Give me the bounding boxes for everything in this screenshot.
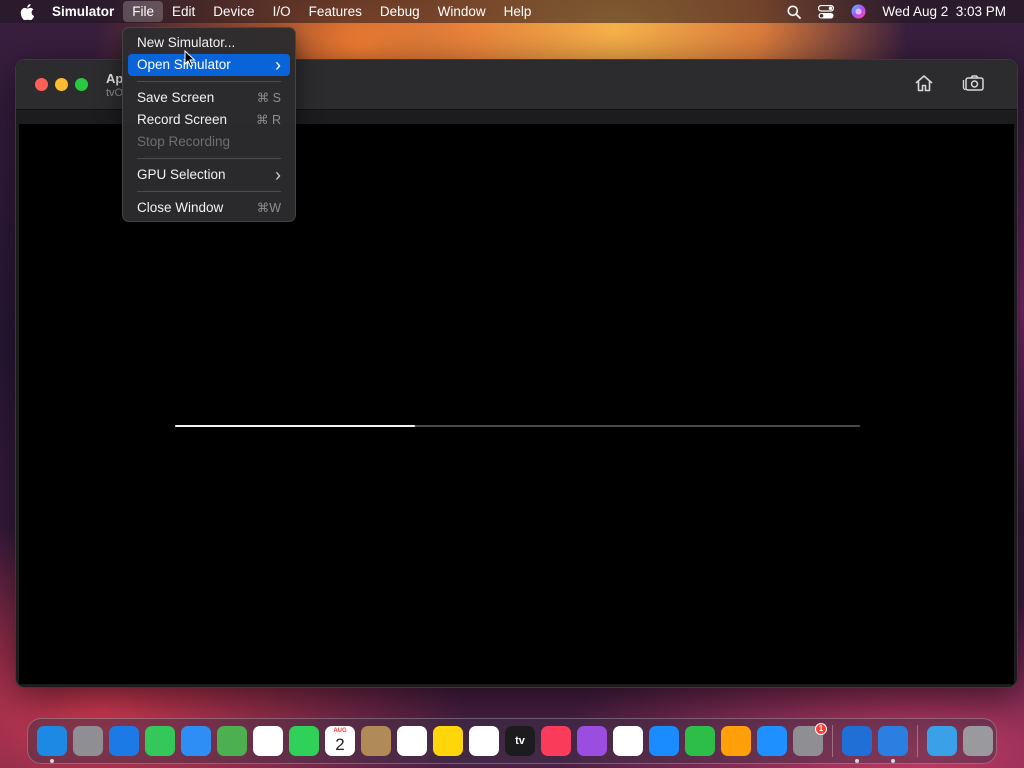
system-settings-icon[interactable]: 1 — [793, 723, 827, 756]
close-window-button[interactable] — [35, 78, 48, 91]
reminders-icon[interactable] — [397, 726, 427, 756]
running-indicator — [891, 759, 895, 763]
chevron-right-icon: › — [275, 55, 281, 75]
menu-item-save-screen[interactable]: Save Screen ⌘ S — [128, 87, 290, 109]
zoom-window-button[interactable] — [75, 78, 88, 91]
menu-item-label: Record Screen — [137, 112, 228, 127]
dock-icon-label: tv — [515, 735, 525, 747]
status-area: Wed Aug 2 3:03 PM — [778, 0, 1024, 23]
music-icon[interactable] — [541, 726, 571, 756]
freeform-icon[interactable] — [469, 726, 499, 756]
home-icon — [914, 74, 934, 97]
keynote-icon[interactable] — [649, 726, 679, 756]
menu-item-shortcut: ⌘W — [256, 201, 281, 215]
menu-separator — [137, 81, 281, 82]
menu-item-gpu-selection[interactable]: GPU Selection › — [128, 164, 290, 186]
facetime-icon[interactable] — [289, 726, 319, 756]
mouse-pointer-icon — [184, 49, 196, 68]
menubar-clock[interactable]: Wed Aug 2 3:03 PM — [882, 4, 1006, 19]
menu-debug[interactable]: Debug — [371, 0, 429, 23]
contacts-icon[interactable] — [361, 726, 391, 756]
menu-separator — [137, 158, 281, 159]
menu-window[interactable]: Window — [429, 0, 495, 23]
menu-item-record-screen[interactable]: Record Screen ⌘ R — [128, 109, 290, 131]
file-menu-dropdown: New Simulator... Open Simulator › Save Scre… — [122, 27, 296, 222]
chevron-right-icon: › — [275, 165, 281, 185]
launchpad-icon[interactable] — [73, 726, 103, 756]
menu-bar: Simulator File Edit Device I/O Features … — [0, 0, 1024, 23]
screenshot-button[interactable] — [960, 73, 988, 97]
menu-help[interactable]: Help — [495, 0, 541, 23]
apple-tv-icon[interactable]: tv — [505, 726, 535, 756]
news-icon[interactable] — [613, 726, 643, 756]
trash-icon[interactable] — [963, 726, 993, 756]
menu-separator — [137, 191, 281, 192]
dock-separator — [917, 725, 918, 757]
boot-progress-bar — [175, 425, 860, 427]
apple-menu-icon[interactable] — [12, 3, 42, 20]
menu-item-label: Stop Recording — [137, 134, 231, 149]
dock: AUG 2 tv 1 — [27, 718, 997, 764]
window-title: Ap — [106, 71, 124, 86]
menu-io[interactable]: I/O — [264, 0, 300, 23]
menu-item-new-simulator[interactable]: New Simulator... — [128, 32, 290, 54]
numbers-icon[interactable] — [685, 726, 715, 756]
pages-icon[interactable] — [721, 726, 751, 756]
home-button[interactable] — [910, 73, 938, 97]
finder-icon[interactable] — [37, 726, 67, 763]
menu-item-shortcut: ⌘ R — [256, 113, 281, 127]
menu-item-close-window[interactable]: Close Window ⌘W — [128, 197, 290, 219]
calendar-icon[interactable]: AUG 2 — [325, 726, 355, 756]
menu-item-shortcut: ⌘ S — [256, 91, 281, 105]
app-store-icon[interactable] — [757, 726, 787, 756]
menu-edit[interactable]: Edit — [163, 0, 204, 23]
app-menu-simulator[interactable]: Simulator — [42, 0, 123, 23]
notes-icon[interactable] — [433, 726, 463, 756]
siri-icon[interactable] — [842, 4, 874, 19]
calendar-month: AUG — [333, 728, 347, 734]
menu-features[interactable]: Features — [300, 0, 371, 23]
menu-device[interactable]: Device — [204, 0, 263, 23]
screenshot-icon — [962, 74, 986, 97]
photos-icon[interactable] — [253, 726, 283, 756]
window-subtitle: tvO — [106, 87, 124, 99]
menu-item-label: Save Screen — [137, 90, 215, 105]
downloads-folder-icon[interactable] — [927, 726, 957, 756]
messages-icon[interactable] — [145, 726, 175, 756]
search-icon[interactable] — [778, 5, 810, 19]
safari-icon[interactable] — [109, 726, 139, 756]
mail-icon[interactable] — [181, 726, 211, 756]
minimize-window-button[interactable] — [55, 78, 68, 91]
simulator-icon[interactable] — [878, 726, 908, 763]
maps-icon[interactable] — [217, 726, 247, 756]
control-center-icon[interactable] — [810, 4, 842, 19]
calendar-day: 2 — [335, 735, 345, 754]
podcasts-icon[interactable] — [577, 726, 607, 756]
notification-badge: 1 — [815, 723, 827, 735]
menu-item-open-simulator[interactable]: Open Simulator › — [128, 54, 290, 76]
menu-item-stop-recording: Stop Recording — [128, 131, 290, 153]
xcode-icon[interactable] — [842, 726, 872, 763]
menu-item-label: Close Window — [137, 200, 224, 215]
running-indicator — [50, 759, 54, 763]
boot-progress-fill — [175, 425, 415, 427]
dock-separator — [832, 725, 833, 757]
menu-file[interactable]: File — [123, 1, 164, 22]
menu-item-label: GPU Selection — [137, 167, 226, 182]
running-indicator — [855, 759, 859, 763]
